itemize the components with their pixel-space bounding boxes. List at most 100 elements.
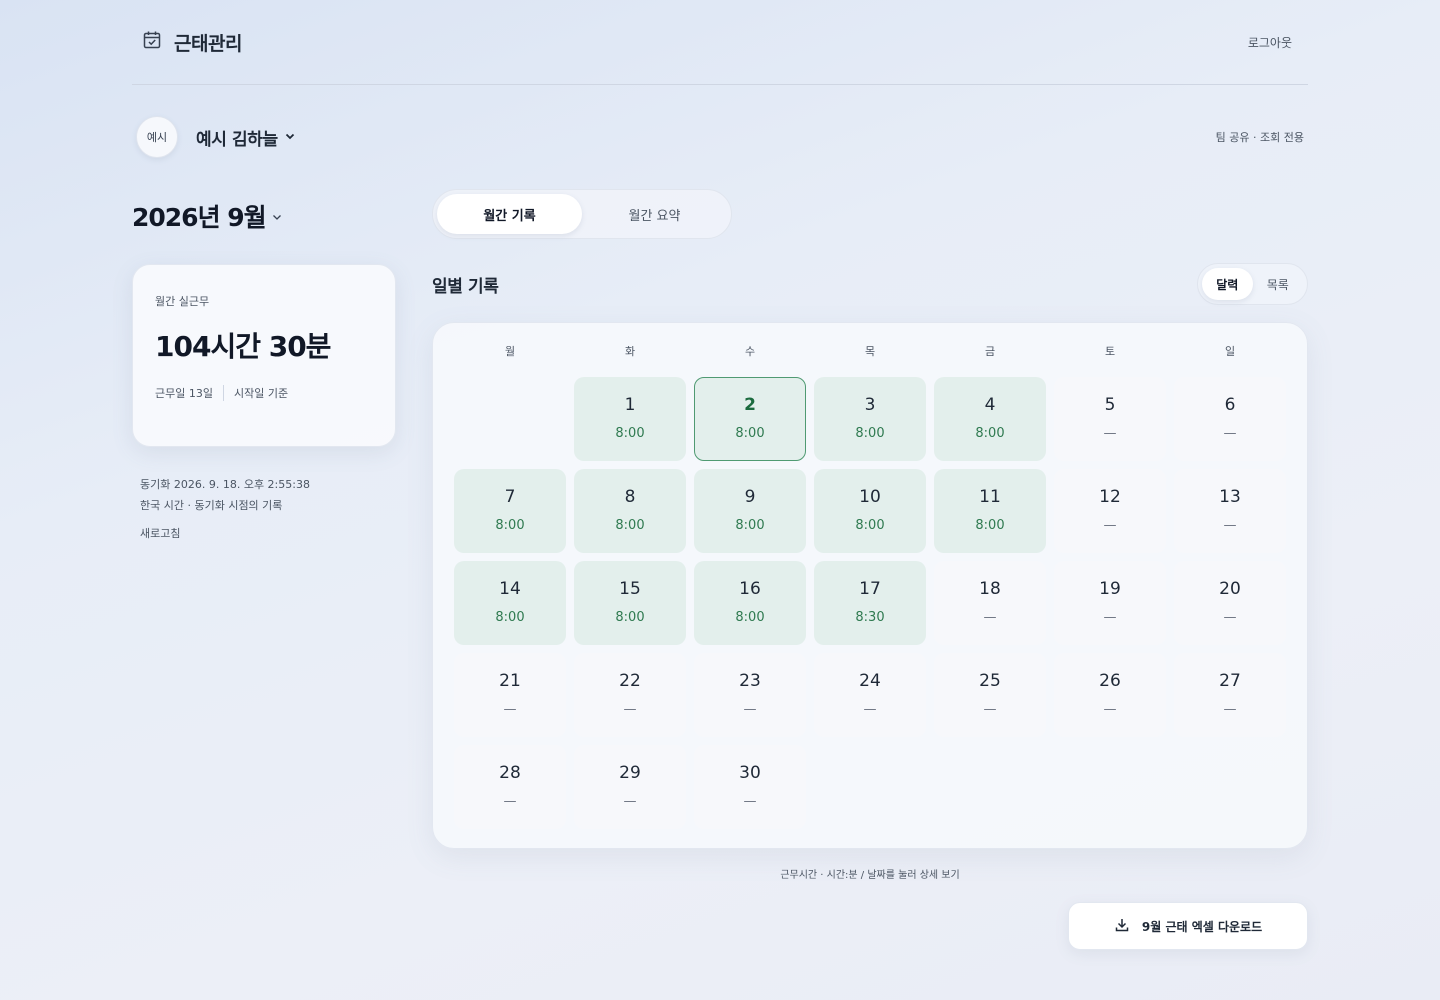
day-work-time: — bbox=[1103, 610, 1117, 625]
sync-note: 한국 시간 · 동기화 시점의 기록 bbox=[140, 499, 283, 512]
day-work-time: — bbox=[623, 794, 637, 809]
app-title: 근태관리 bbox=[174, 32, 242, 55]
avatar: 예시 bbox=[136, 116, 178, 158]
calendar-day-cell[interactable]: 8 8:00 bbox=[574, 469, 686, 553]
day-work-time: — bbox=[983, 610, 997, 625]
weekday-label: 일 bbox=[1224, 345, 1236, 358]
calendar-day-cell[interactable]: 15 8:00 bbox=[574, 561, 686, 645]
calendar-day-cell[interactable]: 30 — bbox=[694, 745, 806, 829]
calendar-day-cell[interactable]: 2 8:00 bbox=[694, 377, 806, 461]
calendar-blank-cell bbox=[454, 377, 566, 461]
day-number: 1 bbox=[624, 395, 636, 415]
calendar-day-cell[interactable]: 9 8:00 bbox=[694, 469, 806, 553]
calendar-day-cell[interactable]: 24 — bbox=[814, 653, 926, 737]
day-work-time: — bbox=[1103, 518, 1117, 533]
day-number: 3 bbox=[864, 395, 876, 415]
day-number: 28 bbox=[499, 763, 521, 783]
day-number: 30 bbox=[739, 763, 761, 783]
calendar-day-cell[interactable]: 16 8:00 bbox=[694, 561, 806, 645]
summary-basis: 시작일 기준 bbox=[233, 387, 289, 400]
day-number: 8 bbox=[624, 487, 636, 507]
day-work-time: — bbox=[983, 702, 997, 717]
summary-label: 월간 실근무 bbox=[155, 295, 210, 308]
weekday-label: 수 bbox=[744, 345, 756, 358]
day-work-time: 8:00 bbox=[615, 610, 645, 625]
day-number: 29 bbox=[619, 763, 641, 783]
day-number: 5 bbox=[1104, 395, 1116, 415]
view-mode-toggle: 달력 목록 bbox=[1197, 263, 1308, 305]
calendar-day-cell[interactable]: 25 — bbox=[934, 653, 1046, 737]
day-work-time: — bbox=[863, 702, 877, 717]
user-selector[interactable]: 예시 김하늘 bbox=[196, 125, 296, 150]
day-number: 19 bbox=[1099, 579, 1121, 599]
calendar-day-cell[interactable]: 17 8:30 bbox=[814, 561, 926, 645]
calendar-day-cell[interactable]: 22 — bbox=[574, 653, 686, 737]
day-work-time: 8:30 bbox=[855, 610, 885, 625]
calendar-day-cell[interactable]: 12 — bbox=[1054, 469, 1166, 553]
day-number: 11 bbox=[979, 487, 1001, 507]
section-title: 일별 기록 bbox=[432, 277, 499, 297]
calendar-day-cell[interactable]: 11 8:00 bbox=[934, 469, 1046, 553]
calendar-day-cell[interactable]: 10 8:00 bbox=[814, 469, 926, 553]
day-number: 2 bbox=[744, 395, 756, 415]
day-work-time: 8:00 bbox=[855, 518, 885, 533]
user-selector-group: 예시 예시 김하늘 bbox=[132, 116, 296, 158]
calendar-day-cell[interactable]: 29 — bbox=[574, 745, 686, 829]
calendar-day-cell[interactable]: 13 — bbox=[1174, 469, 1286, 553]
calendar-footnote: 근무시간 · 시간:분 / 날짜를 눌러 상세 보기 bbox=[780, 870, 960, 881]
day-number: 13 bbox=[1219, 487, 1241, 507]
day-work-time: — bbox=[1223, 426, 1237, 441]
top-bar: 근태관리 로그아웃 bbox=[132, 0, 1308, 85]
view-tabs: 월간 기록 월간 요약 bbox=[432, 189, 732, 239]
calendar-day-cell[interactable]: 4 8:00 bbox=[934, 377, 1046, 461]
day-number: 27 bbox=[1219, 671, 1241, 691]
calendar-day-cell[interactable]: 19 — bbox=[1054, 561, 1166, 645]
weekday-label: 목 bbox=[864, 345, 876, 358]
view-list-button[interactable]: 목록 bbox=[1253, 268, 1304, 300]
calendar-grid: 1 8:00 2 8:00 3 8:00 4 8:00 5—6—7 8:00 8 8:00 9 8:00 1… bbox=[454, 377, 1288, 829]
day-number: 6 bbox=[1224, 395, 1236, 415]
tab-monthly-summary[interactable]: 월간 요약 bbox=[582, 194, 727, 234]
user-row: 예시 예시 김하늘 팀 공유 · 조회 전용 bbox=[132, 115, 1308, 159]
day-number: 14 bbox=[499, 579, 521, 599]
calendar-day-cell[interactable]: 18 — bbox=[934, 561, 1046, 645]
day-work-time: — bbox=[503, 794, 517, 809]
day-work-time: 8:00 bbox=[735, 518, 765, 533]
calendar-day-cell[interactable]: 26 — bbox=[1054, 653, 1166, 737]
calendar-day-cell[interactable]: 6— bbox=[1174, 377, 1286, 461]
day-work-time: — bbox=[1223, 610, 1237, 625]
chevron-down-icon bbox=[284, 127, 296, 147]
summary-value: 104시간 30분 bbox=[155, 330, 331, 363]
calendar-day-cell[interactable]: 3 8:00 bbox=[814, 377, 926, 461]
tab-monthly-records[interactable]: 월간 기록 bbox=[437, 194, 582, 234]
calendar-day-cell[interactable]: 23 — bbox=[694, 653, 806, 737]
day-work-time: 8:00 bbox=[495, 518, 525, 533]
calendar-day-cell[interactable]: 21 — bbox=[454, 653, 566, 737]
day-work-time: 8:00 bbox=[975, 426, 1005, 441]
calendar-day-cell[interactable]: 28 — bbox=[454, 745, 566, 829]
calendar-day-cell[interactable]: 20 — bbox=[1174, 561, 1286, 645]
day-work-time: 8:00 bbox=[735, 610, 765, 625]
day-number: 4 bbox=[984, 395, 996, 415]
calendar-day-cell[interactable]: 7 8:00 bbox=[454, 469, 566, 553]
day-work-time: 8:00 bbox=[735, 426, 765, 441]
calendar-day-cell[interactable]: 27 — bbox=[1174, 653, 1286, 737]
day-number: 25 bbox=[979, 671, 1001, 691]
calendar-day-cell[interactable]: 1 8:00 bbox=[574, 377, 686, 461]
day-number: 12 bbox=[1099, 487, 1121, 507]
day-number: 22 bbox=[619, 671, 641, 691]
view-calendar-button[interactable]: 달력 bbox=[1202, 268, 1253, 300]
day-work-time: — bbox=[1103, 702, 1117, 717]
month-selector[interactable]: 2026년 9월 bbox=[132, 198, 282, 234]
day-work-time: 8:00 bbox=[615, 518, 645, 533]
calendar-day-cell[interactable]: 14 8:00 bbox=[454, 561, 566, 645]
refresh-button[interactable]: 새로고침 bbox=[140, 525, 180, 541]
day-work-time: — bbox=[623, 702, 637, 717]
day-number: 24 bbox=[859, 671, 881, 691]
weekday-label: 토 bbox=[1104, 345, 1116, 358]
logout-button[interactable]: 로그아웃 bbox=[1248, 34, 1308, 51]
day-work-time: — bbox=[743, 794, 757, 809]
day-number: 18 bbox=[979, 579, 1001, 599]
excel-download-button[interactable]: 9월 근태 엑셀 다운로드 bbox=[1068, 902, 1308, 950]
calendar-day-cell[interactable]: 5— bbox=[1054, 377, 1166, 461]
